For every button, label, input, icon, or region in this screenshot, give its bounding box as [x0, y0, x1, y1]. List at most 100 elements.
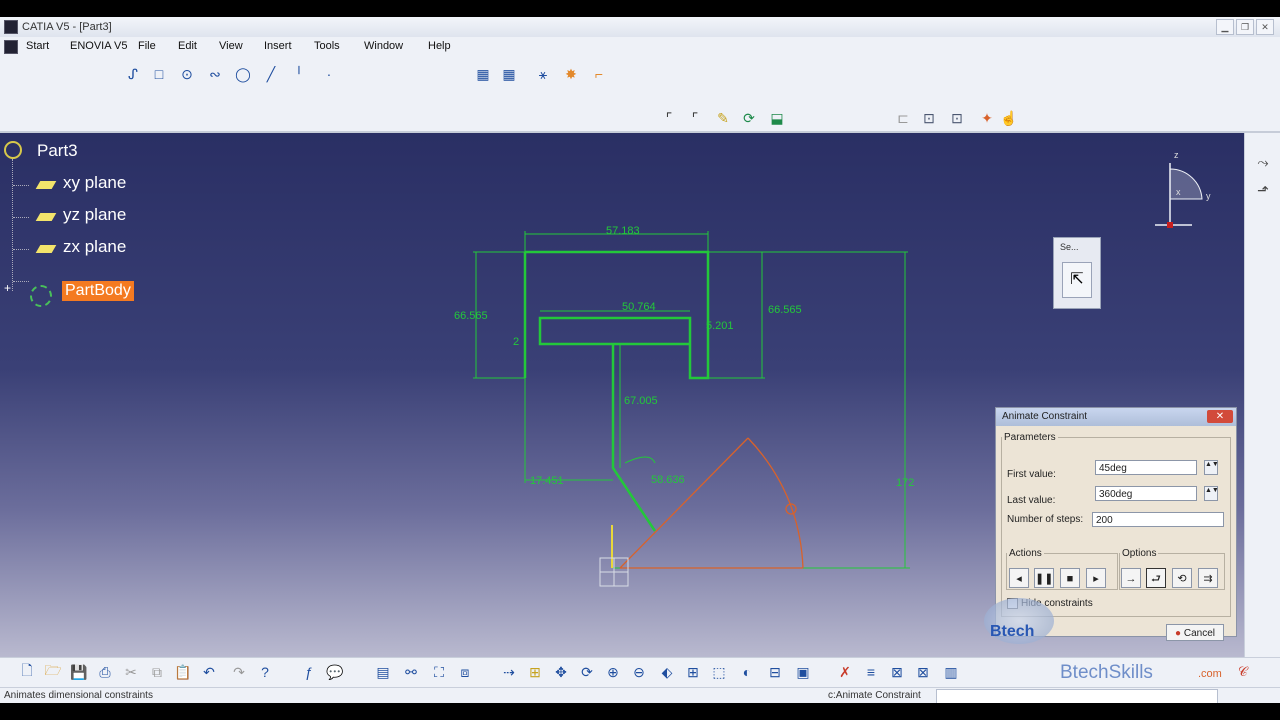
menu-insert[interactable]: Insert: [264, 40, 292, 52]
menu-window[interactable]: Window: [364, 40, 403, 52]
dialog-close-button[interactable]: ✕: [1207, 410, 1233, 423]
profile-icon[interactable]: ᔑ: [124, 65, 142, 83]
copy-icon[interactable]: ⧉: [148, 663, 166, 681]
tree-expand-icon[interactable]: ⚯: [402, 663, 420, 681]
trim-icon[interactable]: ✎: [714, 109, 732, 127]
last-value-spinner[interactable]: ▲▼: [1204, 486, 1219, 501]
dim-small-left[interactable]: 2: [513, 336, 519, 348]
cancel-button[interactable]: ● Cancel: [1166, 624, 1224, 641]
first-value-spinner[interactable]: ▲▼: [1204, 460, 1219, 475]
close-window-button[interactable]: ✕: [1256, 19, 1274, 35]
pan-icon[interactable]: ✥: [552, 663, 570, 681]
dim-left-height[interactable]: 66.565: [454, 310, 488, 322]
step-forward-button[interactable]: ▸: [1086, 568, 1106, 588]
spline-icon[interactable]: ∾: [206, 65, 224, 83]
first-value-input[interactable]: 45deg: [1095, 460, 1197, 475]
chamfer-icon[interactable]: ⌜: [686, 109, 704, 127]
new-icon[interactable]: 🗋: [18, 662, 36, 681]
menu-start[interactable]: Start: [26, 40, 49, 52]
menu-tools[interactable]: Tools: [314, 40, 340, 52]
iso-view-icon[interactable]: ⬚: [710, 663, 728, 681]
dim-angle[interactable]: 58.636: [651, 474, 685, 486]
menu-enovia[interactable]: ENOVIA V5: [70, 40, 127, 52]
constraint-icon[interactable]: ⊏: [894, 109, 912, 127]
menu-edit[interactable]: Edit: [178, 40, 197, 52]
undo-icon[interactable]: ↶: [200, 663, 218, 681]
repeat-option-button[interactable]: ⇉: [1198, 568, 1218, 588]
dim-right-height[interactable]: 66.565: [768, 304, 802, 316]
hide-show-icon[interactable]: ⧈: [456, 663, 474, 681]
dimensional-constraints-icon[interactable]: ⌐: [590, 65, 608, 83]
steps-input[interactable]: 200: [1092, 512, 1224, 527]
sketch-profile[interactable]: [523, 250, 710, 532]
one-shot-option-button[interactable]: →: [1121, 568, 1141, 588]
pause-button[interactable]: ❚❚: [1034, 568, 1054, 588]
mirror-icon[interactable]: ⟳: [740, 109, 758, 127]
constraints-defined-icon[interactable]: ⊡: [920, 109, 938, 127]
command-input[interactable]: [936, 689, 1218, 703]
dim-top-width[interactable]: 57.183: [606, 225, 640, 237]
rotate-icon[interactable]: ⟳: [578, 663, 596, 681]
edit-multi-constraint-icon[interactable]: ⊠: [914, 663, 932, 681]
print-icon[interactable]: ⎙: [96, 663, 114, 681]
render-style-icon[interactable]: ▣: [794, 663, 812, 681]
corner-icon[interactable]: ⌜: [660, 109, 678, 127]
point-icon[interactable]: ·: [320, 65, 338, 83]
snap-to-point-icon[interactable]: ▦: [500, 65, 518, 83]
redo-icon[interactable]: ↷: [230, 663, 248, 681]
sketch-icon[interactable]: ⬏: [1254, 181, 1272, 199]
select-arrow-icon[interactable]: ⇱: [1062, 262, 1092, 298]
rectangle-icon[interactable]: □: [150, 65, 168, 83]
save-icon[interactable]: 💾: [70, 663, 88, 681]
construction-element-icon[interactable]: ⚹: [534, 65, 552, 83]
zoom-out-icon[interactable]: ⊖: [630, 663, 648, 681]
dim-bottom-left[interactable]: 17.451: [530, 475, 564, 487]
geometrical-constraints-icon[interactable]: ✸: [562, 65, 580, 83]
select-toolbar[interactable]: Se... ⇱: [1053, 237, 1101, 309]
dim-inner-width[interactable]: 50.764: [622, 301, 656, 313]
shading-icon[interactable]: ◐: [738, 663, 756, 681]
minimize-button[interactable]: ▁: [1216, 19, 1234, 35]
swap-visible-icon[interactable]: ⊟: [766, 663, 784, 681]
paste-icon[interactable]: 📋: [174, 663, 192, 681]
formula-icon[interactable]: ƒ: [300, 663, 318, 681]
normal-view-icon[interactable]: ⬖: [658, 663, 676, 681]
menu-file[interactable]: File: [138, 40, 156, 52]
step-back-button[interactable]: ◂: [1009, 568, 1029, 588]
compass-axis[interactable]: z y x: [1155, 150, 1211, 228]
sketch-analysis-icon[interactable]: ✗: [836, 663, 854, 681]
open-icon[interactable]: 🗁: [44, 662, 62, 681]
grid-icon[interactable]: ▦: [474, 65, 492, 83]
multi-view-icon[interactable]: ⊞: [684, 663, 702, 681]
fit-all-icon[interactable]: ⊞: [526, 663, 544, 681]
animate-constraint-icon[interactable]: ✦: [978, 109, 996, 127]
last-value-input[interactable]: 360deg: [1095, 486, 1197, 501]
reverse-option-button[interactable]: ⮐: [1146, 568, 1166, 588]
display-icon[interactable]: ▤: [374, 663, 392, 681]
whats-this-icon[interactable]: ?: [256, 663, 274, 681]
measure-icon[interactable]: ⛶: [430, 663, 448, 681]
fly-icon[interactable]: ⇢: [500, 663, 518, 681]
dim-stem[interactable]: 67.005: [624, 395, 658, 407]
axis-icon[interactable]: ╵: [290, 65, 308, 83]
circle-icon[interactable]: ⊙: [178, 65, 196, 83]
cut-icon[interactable]: ✂: [122, 663, 140, 681]
comment-icon[interactable]: 💬: [326, 663, 344, 681]
ellipse-icon[interactable]: ◯: [234, 65, 252, 83]
menu-view[interactable]: View: [219, 40, 243, 52]
constraint-list-icon[interactable]: ≡: [862, 663, 880, 681]
dim-total-height[interactable]: 172: [896, 477, 914, 489]
loop-option-button[interactable]: ⟲: [1172, 568, 1192, 588]
dim-small-right[interactable]: 5.201: [706, 320, 734, 332]
zoom-in-icon[interactable]: ⊕: [604, 663, 622, 681]
menu-help[interactable]: Help: [428, 40, 451, 52]
project-icon[interactable]: ⬓: [768, 109, 786, 127]
auto-constraint-icon[interactable]: ⊠: [888, 663, 906, 681]
catia-app-icon: [4, 20, 18, 34]
fix-together-icon[interactable]: ⊡: [948, 109, 966, 127]
stop-button[interactable]: ■: [1060, 568, 1080, 588]
maximize-button[interactable]: ❐: [1236, 19, 1254, 35]
line-icon[interactable]: ╱: [262, 65, 280, 83]
cut-part-icon[interactable]: ▥: [942, 663, 960, 681]
exit-workbench-icon[interactable]: ⤳: [1254, 153, 1272, 171]
